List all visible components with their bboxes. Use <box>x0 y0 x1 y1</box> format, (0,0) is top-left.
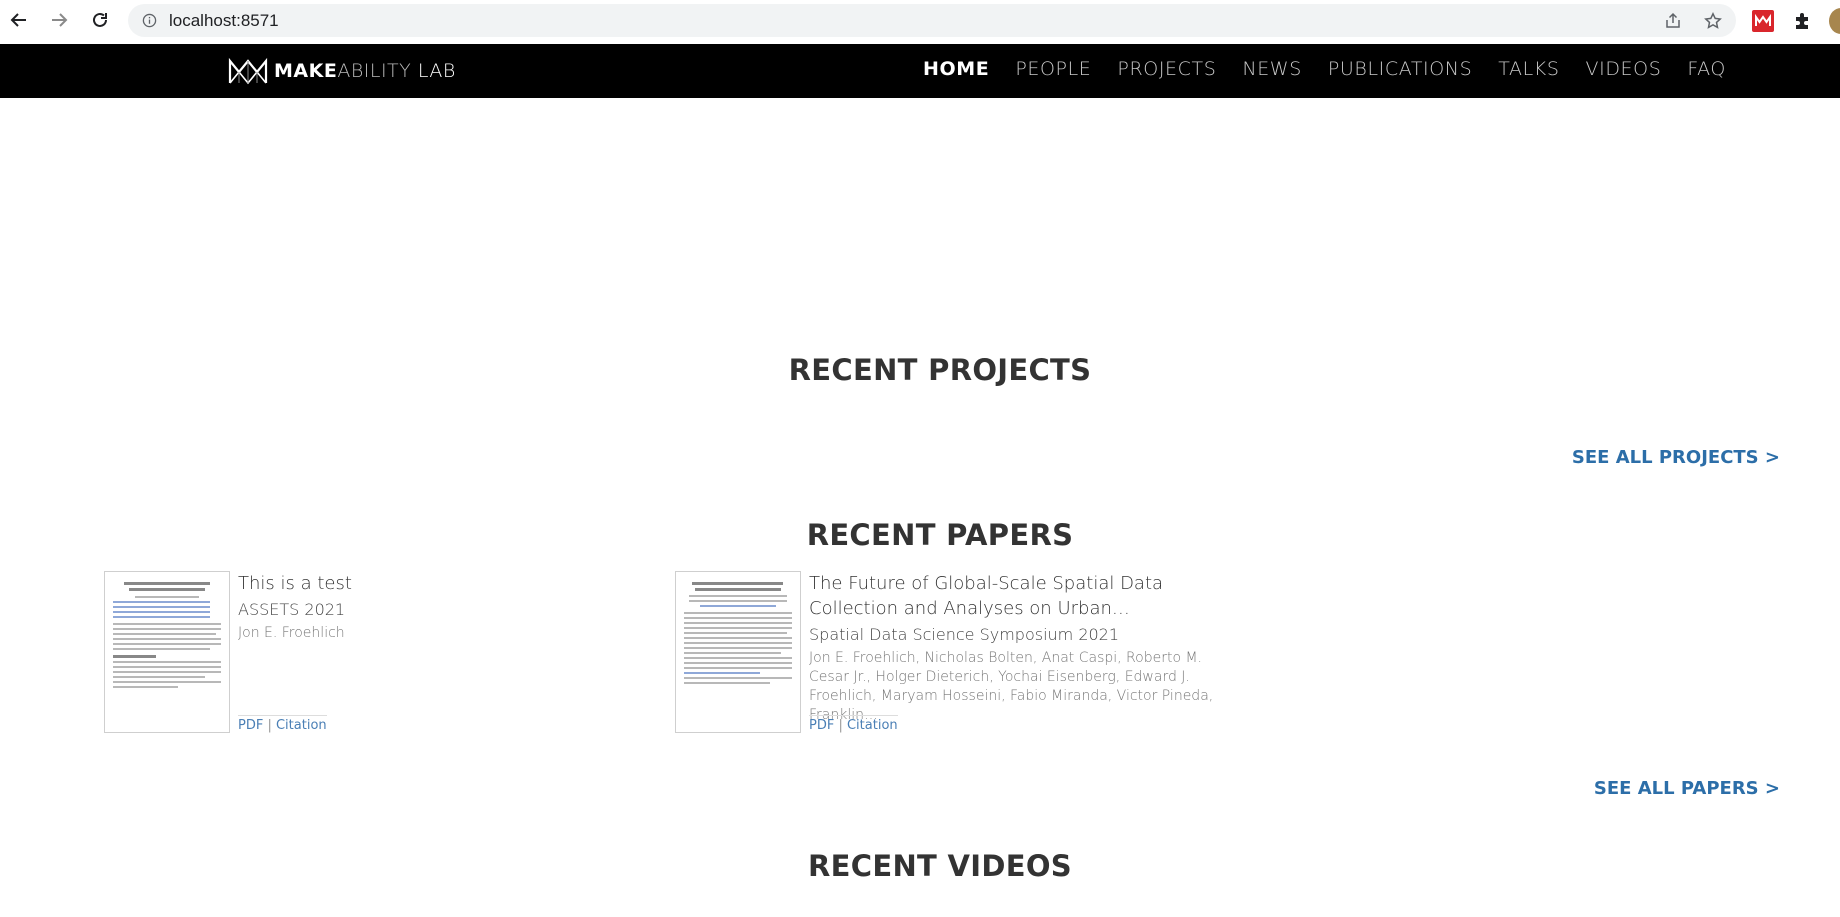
nav-publications[interactable]: PUBLICATIONS <box>1328 58 1472 80</box>
nav-videos[interactable]: VIDEOS <box>1586 58 1662 80</box>
nav-people[interactable]: PEOPLE <box>1015 58 1091 80</box>
paper-thumbnail[interactable] <box>675 571 801 733</box>
link-separator: | <box>263 718 276 733</box>
share-icon[interactable] <box>1664 12 1682 30</box>
paper-venue: Spatial Data Science Symposium 2021 <box>809 625 1120 644</box>
url-text[interactable]: localhost:8571 <box>169 11 279 31</box>
arrow-right-icon <box>52 13 68 27</box>
profile-avatar[interactable] <box>1829 8 1840 34</box>
pdf-link[interactable]: PDF <box>809 718 834 733</box>
makeability-lab-logo[interactable]: MAKEABILITY LAB <box>228 56 456 86</box>
see-all-papers-link[interactable]: SEE ALL PAPERS > <box>1594 778 1780 799</box>
paper-info: The Future of Global-Scale Spatial Data … <box>809 571 1219 733</box>
browser-toolbar: localhost:8571 <box>0 0 1840 44</box>
logo-text-lab: LAB <box>411 60 456 82</box>
paper-title[interactable]: The Future of Global-Scale Spatial Data … <box>809 571 1219 621</box>
paper-thumbnail[interactable] <box>104 571 230 733</box>
link-separator: | <box>834 718 847 733</box>
forward-button[interactable] <box>46 7 72 33</box>
nav-faq[interactable]: FAQ <box>1687 58 1726 80</box>
main-menu: HOME PEOPLE PROJECTS NEWS PUBLICATIONS T… <box>923 58 1752 80</box>
logo-text: MAKEABILITY LAB <box>274 60 456 82</box>
address-bar[interactable]: localhost:8571 <box>128 4 1736 37</box>
paper-authors: Jon E. Froehlich, Nicholas Bolten, Anat … <box>809 650 1214 723</box>
pdf-link[interactable]: PDF <box>238 718 263 733</box>
citation-link[interactable]: Citation <box>847 718 898 733</box>
bookmark-star-icon[interactable] <box>1704 12 1722 30</box>
recent-projects-heading: RECENT PROJECTS <box>788 353 1092 387</box>
paper-card: This is a test ASSETS 2021 Jon E. Froehl… <box>104 571 664 733</box>
puzzle-extensions-icon[interactable] <box>1792 10 1814 32</box>
recent-videos-heading: RECENT VIDEOS <box>808 849 1072 883</box>
see-all-projects-link[interactable]: SEE ALL PROJECTS > <box>1572 447 1780 468</box>
reload-icon <box>93 12 107 27</box>
paper-card: The Future of Global-Scale Spatial Data … <box>675 571 1235 733</box>
recent-papers-heading: RECENT PAPERS <box>806 518 1074 552</box>
paper-venue: ASSETS 2021 <box>238 600 346 619</box>
site-navbar: MAKEABILITY LAB HOME PEOPLE PROJECTS NEW… <box>0 44 1840 98</box>
nav-talks[interactable]: TALKS <box>1498 58 1559 80</box>
nav-home[interactable]: HOME <box>923 58 989 80</box>
paper-links: PDF | Citation <box>238 715 327 733</box>
paper-links: PDF | Citation <box>809 715 898 733</box>
paper-authors: Jon E. Froehlich <box>238 625 345 641</box>
extension-m-icon[interactable] <box>1752 10 1774 32</box>
paper-title[interactable]: This is a test <box>238 571 648 596</box>
reload-button[interactable] <box>87 7 113 33</box>
nav-projects[interactable]: PROJECTS <box>1117 58 1216 80</box>
logo-mark-icon <box>228 57 268 85</box>
back-button[interactable] <box>6 7 32 33</box>
paper-info: This is a test ASSETS 2021 Jon E. Froehl… <box>238 571 648 733</box>
info-icon[interactable] <box>142 13 157 28</box>
citation-link[interactable]: Citation <box>276 718 327 733</box>
arrow-left-icon <box>10 13 26 27</box>
nav-news[interactable]: NEWS <box>1242 58 1301 80</box>
logo-text-ability: ABILITY <box>337 60 412 82</box>
logo-text-make: MAKE <box>274 60 338 82</box>
